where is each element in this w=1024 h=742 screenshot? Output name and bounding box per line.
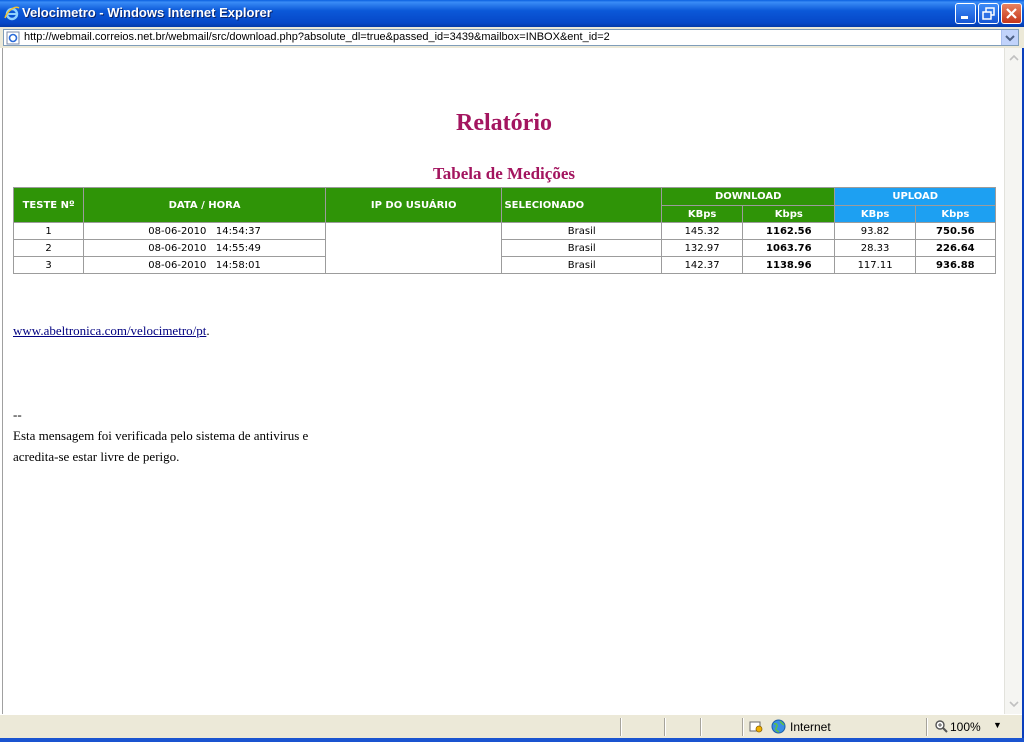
url-dropdown-button[interactable] bbox=[1001, 30, 1018, 45]
restore-button[interactable] bbox=[978, 3, 999, 24]
header-upload-Kbps: Kbps bbox=[915, 206, 995, 222]
cell-upload-Kbps: 226.64 bbox=[915, 240, 995, 256]
header-download-Kbps: Kbps bbox=[743, 206, 835, 222]
cell-download-Kbps: 1162.56 bbox=[743, 223, 835, 239]
close-icon bbox=[1006, 8, 1017, 19]
cell-datetime: 08-06-2010 14:54:37 bbox=[84, 223, 325, 239]
cell-download-KBps: 142.37 bbox=[661, 257, 743, 273]
cell-datetime: 08-06-2010 14:55:49 bbox=[84, 240, 325, 256]
cell-download-Kbps: 1138.96 bbox=[743, 257, 835, 273]
cell-download-KBps: 132.97 bbox=[661, 240, 743, 256]
velocimetro-link[interactable]: www.abeltronica.com/velocimetro/pt bbox=[13, 323, 206, 338]
header-upload-KBps: KBps bbox=[835, 206, 915, 222]
url-field[interactable]: http://webmail.correios.net.br/webmail/s… bbox=[3, 29, 1019, 46]
signature: -- Esta mensagem foi verificada pelo sis… bbox=[13, 404, 308, 467]
cell-test-number: 2 bbox=[14, 240, 84, 256]
cell-upload-Kbps: 936.88 bbox=[915, 257, 995, 273]
security-zone-label[interactable]: Internet bbox=[790, 720, 831, 734]
header-download: DOWNLOAD bbox=[661, 188, 835, 205]
header-download-KBps: KBps bbox=[661, 206, 743, 222]
cell-download-KBps: 145.32 bbox=[661, 223, 743, 239]
close-button[interactable] bbox=[1001, 3, 1022, 24]
minimize-icon bbox=[961, 16, 968, 19]
status-separator bbox=[664, 718, 666, 736]
status-separator bbox=[700, 718, 702, 736]
cell-selected: Brasil bbox=[502, 240, 661, 256]
vertical-scrollbar[interactable] bbox=[1004, 48, 1022, 714]
status-separator bbox=[926, 718, 928, 736]
header-data-hora: DATA / HORA bbox=[84, 188, 325, 222]
url-text: http://webmail.correios.net.br/webmail/s… bbox=[24, 31, 610, 43]
page-content: Relatório Tabela de Medições TESTE Nº DA… bbox=[2, 48, 1004, 714]
link-line: www.abeltronica.com/velocimetro/pt. bbox=[13, 323, 210, 339]
table-title: Tabela de Medições bbox=[433, 164, 575, 183]
signature-dashes: -- bbox=[13, 407, 22, 422]
window-title: Velocimetro - Windows Internet Explorer bbox=[22, 5, 272, 20]
header-selecionado: SELECIONADO bbox=[502, 188, 661, 222]
cell-ip bbox=[325, 223, 502, 273]
header-teste: TESTE Nº bbox=[14, 188, 84, 222]
cell-datetime: 08-06-2010 14:58:01 bbox=[84, 257, 325, 273]
cell-test-number: 3 bbox=[14, 257, 84, 273]
cell-upload-Kbps: 750.56 bbox=[915, 223, 995, 239]
taskbar-strip bbox=[0, 738, 1024, 742]
zoom-dropdown-icon[interactable]: ▼ bbox=[993, 720, 1002, 730]
signature-line-1: Esta mensagem foi verificada pelo sistem… bbox=[13, 428, 309, 443]
header-ip: IP DO USUÁRIO bbox=[325, 188, 502, 222]
cell-upload-KBps: 28.33 bbox=[835, 240, 915, 256]
status-separator bbox=[742, 718, 744, 736]
status-separator bbox=[620, 718, 622, 736]
cell-selected: Brasil bbox=[502, 223, 661, 239]
zoom-level[interactable]: 100% bbox=[950, 720, 981, 734]
scroll-down-icon[interactable] bbox=[1006, 696, 1022, 712]
status-bar: Internet 100% ▼ bbox=[0, 714, 1022, 738]
table-row: 3 08-06-2010 14:58:01 Brasil 142.37 1138… bbox=[14, 257, 995, 273]
address-bar: http://webmail.correios.net.br/webmail/s… bbox=[0, 27, 1024, 48]
cell-test-number: 1 bbox=[14, 223, 84, 239]
report-title: Relatório bbox=[456, 110, 552, 136]
zoom-icon bbox=[935, 720, 948, 733]
chevron-down-icon bbox=[1005, 35, 1015, 42]
measurements-table: TESTE Nº DATA / HORA IP DO USUÁRIO SELEC… bbox=[13, 187, 996, 274]
minimize-button[interactable] bbox=[955, 3, 976, 24]
globe-icon bbox=[771, 719, 786, 734]
cell-upload-KBps: 117.11 bbox=[835, 257, 915, 273]
cell-selected: Brasil bbox=[502, 257, 661, 273]
window-title-bar[interactable]: Velocimetro - Windows Internet Explorer bbox=[0, 0, 1024, 27]
signature-line-2: acredita-se estar livre de perigo. bbox=[13, 449, 180, 464]
cell-upload-KBps: 93.82 bbox=[835, 223, 915, 239]
table-row: 1 08-06-2010 14:54:37 Brasil 145.32 1162… bbox=[14, 223, 995, 273]
restore-icon bbox=[982, 7, 995, 20]
link-period: . bbox=[206, 323, 210, 338]
cell-download-Kbps: 1063.76 bbox=[743, 240, 835, 256]
table-row: 2 08-06-2010 14:55:49 Brasil 132.97 1063… bbox=[14, 240, 995, 256]
protected-mode-icon[interactable] bbox=[749, 720, 763, 733]
scroll-up-icon[interactable] bbox=[1006, 50, 1022, 66]
header-upload: UPLOAD bbox=[835, 188, 995, 205]
page-icon bbox=[6, 31, 20, 45]
ie-logo-icon bbox=[4, 6, 20, 21]
